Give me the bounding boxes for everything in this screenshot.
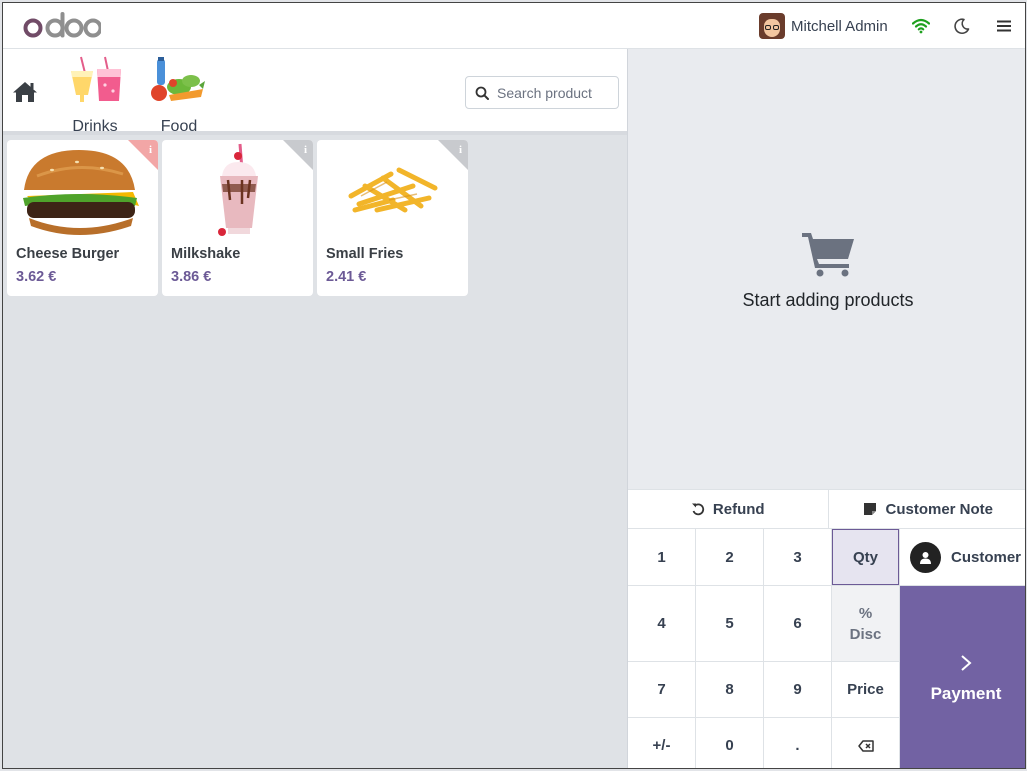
backspace-button[interactable] — [832, 718, 899, 768]
pos-window: Mitchell Admin Drinks Food Search produc… — [2, 2, 1026, 769]
product-name: Cheese Burger — [16, 246, 120, 262]
wifi-icon[interactable] — [912, 17, 930, 35]
category-drinks[interactable]: Drinks — [65, 55, 125, 136]
product-name: Milkshake — [171, 246, 241, 262]
customer-note-button[interactable]: Customer Note — [827, 490, 1026, 528]
product-card-milkshake[interactable]: i Milkshake 3.86 € — [162, 140, 313, 296]
product-card-small-fries[interactable]: i Small Fries 2.41 € — [317, 140, 468, 296]
product-grid: i Cheese Burger 3.62 € i Milkshake 3.86 … — [3, 135, 627, 768]
chevron-right-icon — [961, 654, 972, 671]
cart-icon — [802, 233, 854, 277]
product-card-cheese-burger[interactable]: i Cheese Burger 3.62 € — [7, 140, 158, 296]
info-icon[interactable]: i — [438, 140, 468, 170]
user-name: Mitchell Admin — [791, 17, 888, 35]
numpad-key-2[interactable]: 2 — [696, 529, 763, 585]
svg-text:i: i — [149, 144, 152, 156]
category-bar: Drinks Food — [3, 49, 627, 135]
user-icon — [910, 541, 941, 573]
numpad-key-6[interactable]: 6 — [764, 586, 831, 661]
category-label: Drinks — [72, 118, 118, 135]
user-menu[interactable]: Mitchell Admin — [759, 13, 888, 39]
moon-icon[interactable] — [953, 17, 971, 35]
search-icon — [475, 86, 489, 100]
category-label: Food — [160, 118, 198, 135]
customer-button[interactable]: Customer — [900, 529, 1025, 585]
home-icon[interactable] — [12, 80, 38, 104]
customer-note-label: Customer Note — [885, 500, 993, 518]
product-name: Small Fries — [326, 246, 404, 262]
numpad-key-0[interactable]: 0 — [696, 718, 763, 768]
product-price: 3.62 € — [16, 269, 57, 285]
numpad-key-5[interactable]: 5 — [696, 586, 763, 661]
payment-button[interactable]: Payment — [900, 586, 1025, 768]
product-price: 2.41 € — [326, 269, 367, 285]
backspace-icon — [857, 739, 874, 752]
search-input[interactable] — [497, 84, 617, 101]
numpad: 1 2 3 Qty Customer 4 5 6 % Disc Payment … — [628, 529, 1025, 768]
odoo-logo — [23, 12, 101, 38]
svg-text:i: i — [304, 144, 307, 156]
food-image — [151, 57, 205, 101]
undo-icon — [691, 503, 704, 516]
numpad-key-3[interactable]: 3 — [764, 529, 831, 585]
refund-label: Refund — [712, 500, 765, 518]
refund-button[interactable]: Refund — [628, 490, 828, 528]
numpad-key-9[interactable]: 9 — [764, 662, 831, 717]
order-actions: Refund Customer Note — [628, 489, 1026, 529]
category-food[interactable]: Food — [149, 55, 209, 136]
discount-mode-button[interactable]: % Disc — [832, 586, 899, 661]
order-panel: Start adding products Refund Customer No… — [627, 49, 1026, 768]
top-bar: Mitchell Admin — [3, 3, 1025, 49]
discount-label: Disc — [849, 625, 882, 643]
note-icon — [864, 503, 877, 515]
search-box[interactable] — [465, 76, 619, 109]
svg-text:i: i — [459, 144, 462, 156]
numpad-key-7[interactable]: 7 — [628, 662, 695, 717]
numpad-key-1[interactable]: 1 — [628, 529, 695, 585]
numpad-key-dot[interactable]: . — [764, 718, 831, 768]
numpad-key-4[interactable]: 4 — [628, 586, 695, 661]
avatar — [759, 13, 785, 39]
customer-label: Customer — [951, 548, 1022, 566]
product-price: 3.86 € — [171, 269, 212, 285]
empty-cart-message: Start adding products — [742, 290, 914, 310]
qty-mode-button[interactable]: Qty — [832, 529, 899, 585]
info-icon[interactable]: i — [283, 140, 313, 170]
payment-label: Payment — [930, 683, 1002, 703]
discount-symbol: % — [858, 604, 873, 622]
numpad-key-8[interactable]: 8 — [696, 662, 763, 717]
info-icon[interactable]: i — [128, 140, 158, 170]
menu-icon[interactable] — [995, 17, 1013, 35]
drinks-image — [71, 56, 121, 102]
empty-cart: Start adding products — [628, 229, 1025, 311]
numpad-key-sign[interactable]: +/- — [628, 718, 695, 768]
price-mode-button[interactable]: Price — [832, 662, 899, 717]
